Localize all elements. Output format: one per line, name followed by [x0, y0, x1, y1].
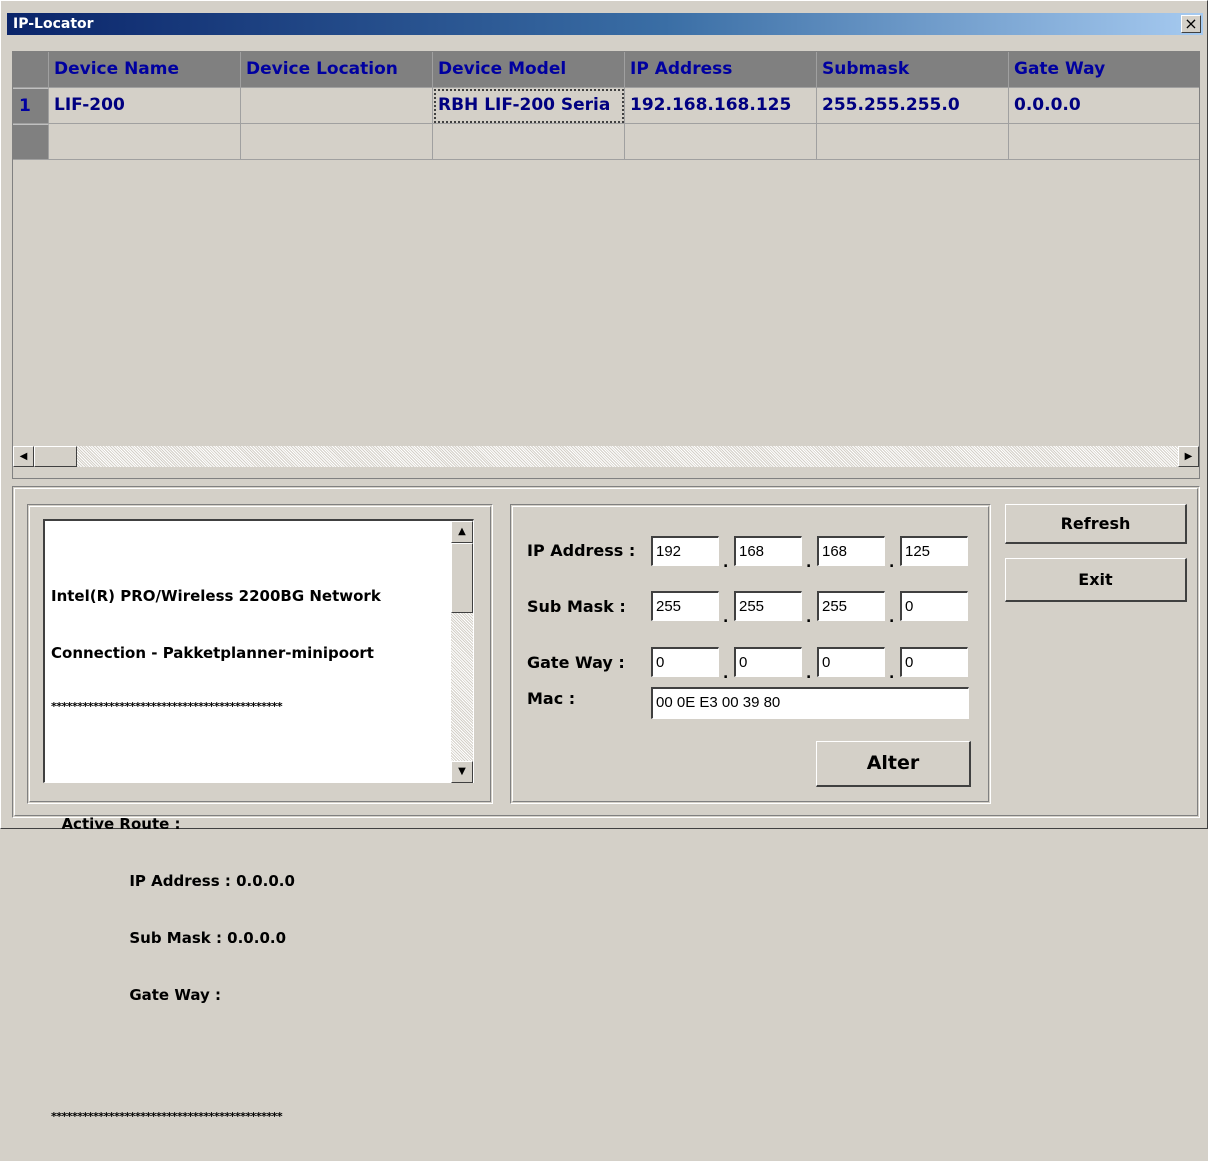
column-header-gate-way[interactable]: Gate Way — [1009, 52, 1199, 88]
gw-octet-3-field[interactable]: 0 — [817, 647, 885, 677]
close-button[interactable]: × — [1181, 15, 1201, 33]
octet-separator: . — [889, 666, 895, 682]
info-line: Active Route : — [51, 815, 181, 833]
table-row[interactable] — [13, 124, 1199, 160]
info-line — [51, 751, 447, 777]
cell-device-location[interactable] — [241, 88, 433, 124]
octet-separator: . — [723, 666, 729, 682]
cell-device-model[interactable]: RBH LIF-200 Seria — [433, 88, 625, 124]
cell-gate-way[interactable] — [1009, 124, 1199, 160]
octet-separator: . — [806, 610, 812, 626]
scroll-up-button[interactable]: ▲ — [451, 521, 473, 543]
cell-submask[interactable] — [817, 124, 1009, 160]
ip-octet-3-field[interactable]: 168 — [817, 536, 885, 566]
exit-button[interactable]: Exit — [1005, 558, 1187, 602]
cell-device-name[interactable]: LIF-200 — [49, 88, 241, 124]
row-number[interactable] — [13, 124, 49, 160]
table-row[interactable]: 1 LIF-200 RBH LIF-200 Seria 192.168.168.… — [13, 88, 1199, 124]
alter-button[interactable]: Alter — [816, 741, 971, 787]
mask-octet-3-field[interactable]: 255 — [817, 591, 885, 621]
ip-octet-2-field[interactable]: 168 — [734, 536, 802, 566]
ip-octet-4-field[interactable]: 125 — [900, 536, 968, 566]
column-header-submask[interactable]: Submask — [817, 52, 1009, 88]
info-line: Intel(R) PRO/Wireless 2200BG Network — [51, 587, 381, 605]
cell-device-model[interactable] — [433, 124, 625, 160]
column-header-device-model[interactable]: Device Model — [433, 52, 625, 88]
mask-octet-1-field[interactable]: 255 — [651, 591, 719, 621]
info-line: Sub Mask : 0.0.0.0 — [51, 929, 287, 947]
mac-address-field[interactable]: 00 0E E3 00 39 80 — [651, 687, 969, 719]
octet-separator: . — [889, 610, 895, 626]
horizontal-scroll-thumb[interactable] — [34, 446, 77, 467]
cell-device-name[interactable] — [49, 124, 241, 160]
mask-octet-2-field[interactable]: 255 — [734, 591, 802, 621]
grid-header-row: Device Name Device Location Device Model… — [13, 52, 1199, 88]
cell-gate-way[interactable]: 0.0.0.0 — [1009, 88, 1199, 124]
device-grid[interactable]: Device Name Device Location Device Model… — [12, 51, 1200, 479]
octet-separator: . — [889, 555, 895, 571]
mask-octet-4-field[interactable]: 0 — [900, 591, 968, 621]
gw-octet-2-field[interactable]: 0 — [734, 647, 802, 677]
info-line: Gate Way : — [51, 986, 222, 1004]
sub-mask-label: Sub Mask : — [527, 597, 626, 616]
refresh-button[interactable]: Refresh — [1005, 504, 1187, 544]
column-header-ip-address[interactable]: IP Address — [625, 52, 817, 88]
cell-device-location[interactable] — [241, 124, 433, 160]
vertical-scroll-thumb[interactable] — [451, 543, 473, 613]
info-line: Connection - Pakketplanner-minipoort — [51, 644, 374, 662]
gw-octet-4-field[interactable]: 0 — [900, 647, 968, 677]
arrow-left-icon: ◀ — [19, 451, 28, 462]
route-info-text: Intel(R) PRO/Wireless 2200BG Network Con… — [51, 549, 447, 1161]
cell-submask[interactable]: 255.255.255.0 — [817, 88, 1009, 124]
ip-locator-window: IP-Locator × Device Name Device Location… — [0, 0, 1208, 1123]
route-info-textbox[interactable]: Intel(R) PRO/Wireless 2200BG Network Con… — [43, 519, 474, 1123]
mac-label: Mac : — [527, 689, 576, 708]
column-header-device-location[interactable]: Device Location — [241, 52, 433, 88]
title-bar[interactable]: IP-Locator × — [7, 13, 1203, 35]
scroll-left-button[interactable]: ◀ — [13, 446, 34, 467]
vertical-scrollbar[interactable]: ▲ ▼ — [451, 521, 473, 783]
info-line: IP Address : 0.0.0.0 — [51, 872, 295, 890]
column-header-device-name[interactable]: Device Name — [49, 52, 241, 88]
arrow-up-icon: ▲ — [458, 526, 466, 537]
octet-separator: . — [723, 610, 729, 626]
scroll-down-button[interactable]: ▼ — [451, 761, 473, 783]
horizontal-scrollbar[interactable]: ◀ ▶ — [13, 446, 1199, 467]
octet-separator: . — [723, 555, 729, 571]
info-line — [51, 1043, 447, 1073]
row-number[interactable]: 1 — [13, 88, 49, 124]
scroll-right-button[interactable]: ▶ — [1178, 446, 1199, 467]
grid-corner — [13, 52, 49, 88]
ip-octet-1-field[interactable]: 192 — [651, 536, 719, 566]
ip-address-label: IP Address : — [527, 541, 636, 560]
cell-ip-address[interactable]: 192.168.168.125 — [625, 88, 817, 124]
arrow-down-icon: ▼ — [458, 766, 466, 777]
cell-ip-address[interactable] — [625, 124, 817, 160]
info-line: ****************************************… — [51, 700, 283, 713]
arrow-right-icon: ▶ — [1184, 451, 1193, 462]
gw-octet-1-field[interactable]: 0 — [651, 647, 719, 677]
octet-separator: . — [806, 555, 812, 571]
octet-separator: . — [806, 666, 812, 682]
gate-way-label: Gate Way : — [527, 653, 625, 672]
info-line: ****************************************… — [51, 1110, 283, 1123]
window-title: IP-Locator — [13, 16, 94, 32]
